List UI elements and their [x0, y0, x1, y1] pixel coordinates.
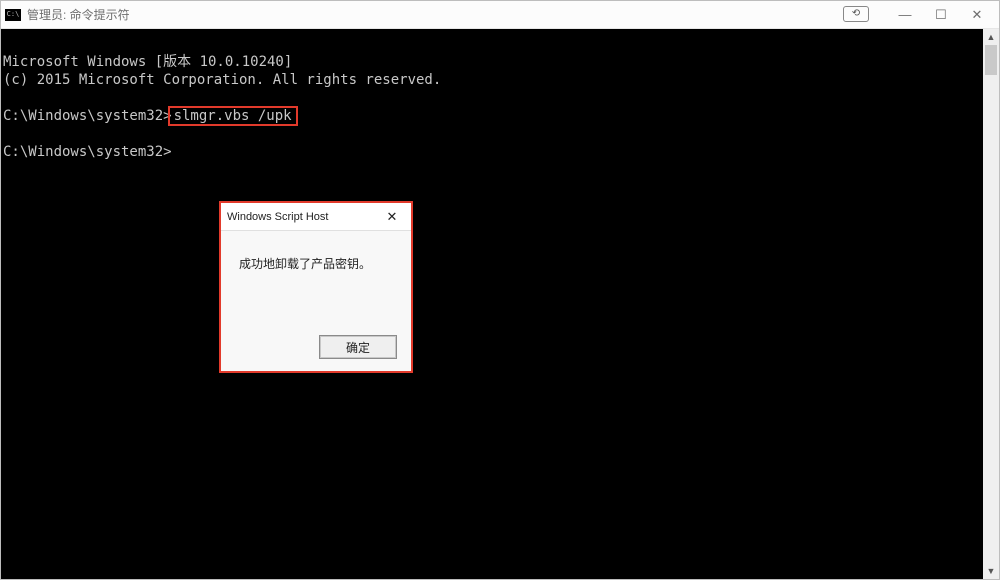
term-prompt-1-prefix: C:\Windows\system32>: [3, 108, 172, 124]
dialog-title: Windows Script Host: [227, 211, 379, 223]
vertical-scrollbar[interactable]: ▲ ▼: [983, 29, 999, 579]
dialog-button-row: 确定: [319, 335, 397, 359]
dialog-message: 成功地卸载了产品密钥。: [221, 231, 411, 282]
cmd-icon: C:\: [5, 9, 21, 21]
titlebar[interactable]: C:\ 管理员: 命令提示符 ⟲ — ☐ ✕: [1, 1, 999, 29]
scroll-up-button[interactable]: ▲: [983, 29, 999, 45]
dialog-close-button[interactable]: ✕: [379, 206, 405, 228]
term-line-version: Microsoft Windows [版本 10.0.10240]: [3, 54, 292, 70]
dialog-titlebar[interactable]: Windows Script Host ✕: [221, 203, 411, 231]
scroll-thumb[interactable]: [985, 45, 997, 75]
terminal-output: Microsoft Windows [版本 10.0.10240] (c) 20…: [1, 29, 999, 185]
term-line-copyright: (c) 2015 Microsoft Corporation. All righ…: [3, 72, 441, 88]
term-prompt-1-command: slmgr.vbs /upk: [168, 106, 298, 126]
minimize-button[interactable]: —: [887, 1, 923, 29]
scroll-down-button[interactable]: ▼: [983, 563, 999, 579]
cmd-window: C:\ 管理员: 命令提示符 ⟲ — ☐ ✕ Microsoft Windows…: [0, 0, 1000, 580]
close-icon: ✕: [387, 209, 398, 225]
dialog-ok-button[interactable]: 确定: [319, 335, 397, 359]
script-host-dialog[interactable]: Windows Script Host ✕ 成功地卸载了产品密钥。 确定: [219, 201, 413, 373]
link-icon[interactable]: ⟲: [843, 6, 869, 22]
term-prompt-2: C:\Windows\system32>: [3, 144, 172, 160]
window-title: 管理员: 命令提示符: [27, 6, 130, 23]
window-controls: ⟲ — ☐ ✕: [843, 1, 995, 29]
terminal-client-area[interactable]: Microsoft Windows [版本 10.0.10240] (c) 20…: [1, 29, 999, 579]
close-button[interactable]: ✕: [959, 1, 995, 29]
maximize-button[interactable]: ☐: [923, 1, 959, 29]
